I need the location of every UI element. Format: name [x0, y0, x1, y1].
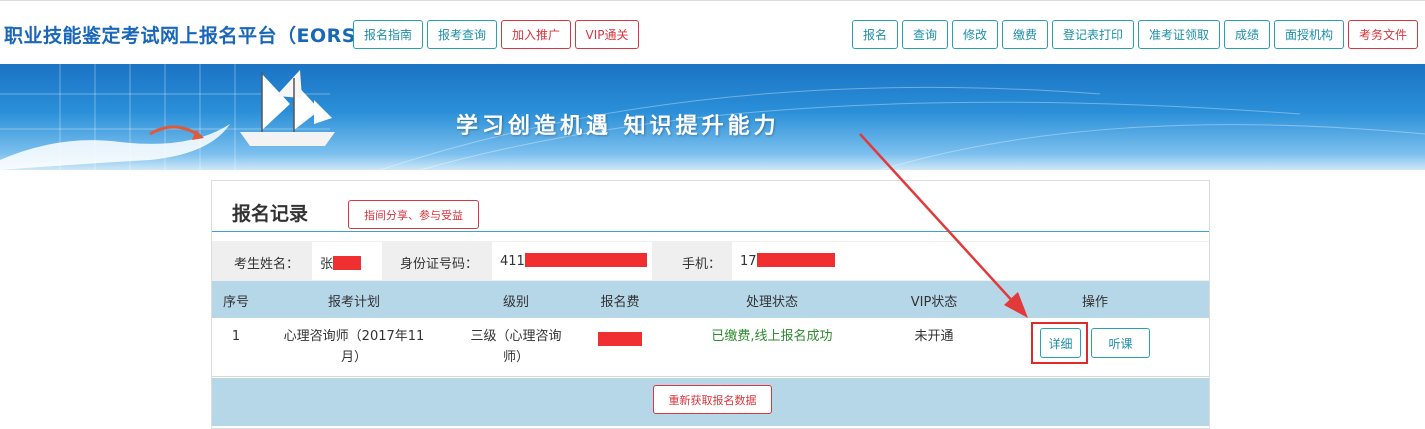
- id-value: 411: [492, 242, 652, 280]
- row-index: 1: [231, 329, 241, 344]
- col-actions: 操作: [1081, 295, 1109, 310]
- refresh-data-button[interactable]: 重新获取报名数据: [653, 385, 772, 414]
- top-nav-bar: 职业技能鉴定考试网上报名平台（EORS） 报名指南 报考查询 加入推广 VIP通…: [0, 0, 1425, 64]
- redaction-mark: [524, 253, 647, 267]
- name-text: 张: [320, 257, 334, 272]
- exam-documents-button[interactable]: 考务文件: [1348, 20, 1418, 49]
- site-title: 职业技能鉴定考试网上报名平台（EORS）: [4, 25, 376, 47]
- col-plan: 报考计划: [327, 295, 381, 310]
- sailing-ship-icon: [240, 70, 335, 146]
- name-label: 考生姓名：: [234, 257, 300, 272]
- row-plan: 心理咨询师（2017年11月）: [283, 329, 425, 365]
- col-vip: VIP状态: [910, 295, 958, 310]
- vip-pass-button[interactable]: VIP通关: [575, 20, 639, 49]
- join-promotion-button[interactable]: 加入推广: [501, 20, 571, 49]
- row-level: 三级（心理咨询师）: [470, 329, 562, 365]
- table-row: 1 心理咨询师（2017年11月） 三级（心理咨询师） 已缴费,线上报名成功 未…: [212, 318, 1209, 377]
- phone-label: 手机：: [682, 257, 722, 272]
- col-level: 级别: [502, 295, 530, 310]
- redaction-mark: [333, 256, 362, 270]
- col-fee: 报名费: [600, 295, 640, 310]
- admission-ticket-button[interactable]: 准考证领取: [1138, 20, 1220, 49]
- row-vip-status: 未开通: [914, 329, 954, 344]
- id-label: 身份证号码：: [400, 257, 479, 272]
- score-button[interactable]: 成绩: [1224, 20, 1270, 49]
- modify-button[interactable]: 修改: [952, 20, 998, 49]
- query-registration-button[interactable]: 报考查询: [427, 20, 497, 49]
- pay-button[interactable]: 缴费: [1002, 20, 1048, 49]
- col-index: 序号: [222, 295, 250, 310]
- student-info-row: 考生姓名： 张 身份证号码： 411 手机： 17: [212, 241, 1209, 281]
- table-header: 序号 报考计划 级别 报名费 处理状态 VIP状态 操作: [212, 281, 1209, 318]
- table-footer: 重新获取报名数据: [212, 378, 1209, 426]
- listen-class-button[interactable]: 听课: [1091, 328, 1150, 358]
- section-divider: [212, 231, 1209, 232]
- id-text: 411: [500, 254, 525, 269]
- share-button[interactable]: 指间分享、参与受益: [348, 200, 479, 229]
- phone-text: 17: [740, 254, 757, 269]
- name-value: 张: [312, 242, 382, 280]
- register-button[interactable]: 报名: [852, 20, 898, 49]
- redaction-mark: [598, 332, 642, 346]
- redaction-mark: [756, 253, 835, 267]
- print-form-button[interactable]: 登记表打印: [1052, 20, 1134, 49]
- row-fee: [598, 330, 642, 351]
- hero-banner: 学习创造机遇 知识提升能力: [0, 64, 1425, 170]
- col-status: 处理状态: [745, 295, 799, 310]
- phone-value: 17: [732, 242, 1209, 280]
- row-status: 已缴费,线上报名成功: [711, 329, 833, 344]
- banner-slogan: 学习创造机遇 知识提升能力: [456, 113, 780, 139]
- highlight-box: [1031, 322, 1088, 364]
- training-org-button[interactable]: 面授机构: [1274, 20, 1344, 49]
- search-button[interactable]: 查询: [902, 20, 948, 49]
- guide-button[interactable]: 报名指南: [353, 20, 423, 49]
- section-title: 报名记录: [232, 203, 309, 225]
- registration-record-panel: 报名记录 指间分享、参与受益 考生姓名： 张 身份证号码： 411 手机： 17…: [211, 180, 1210, 429]
